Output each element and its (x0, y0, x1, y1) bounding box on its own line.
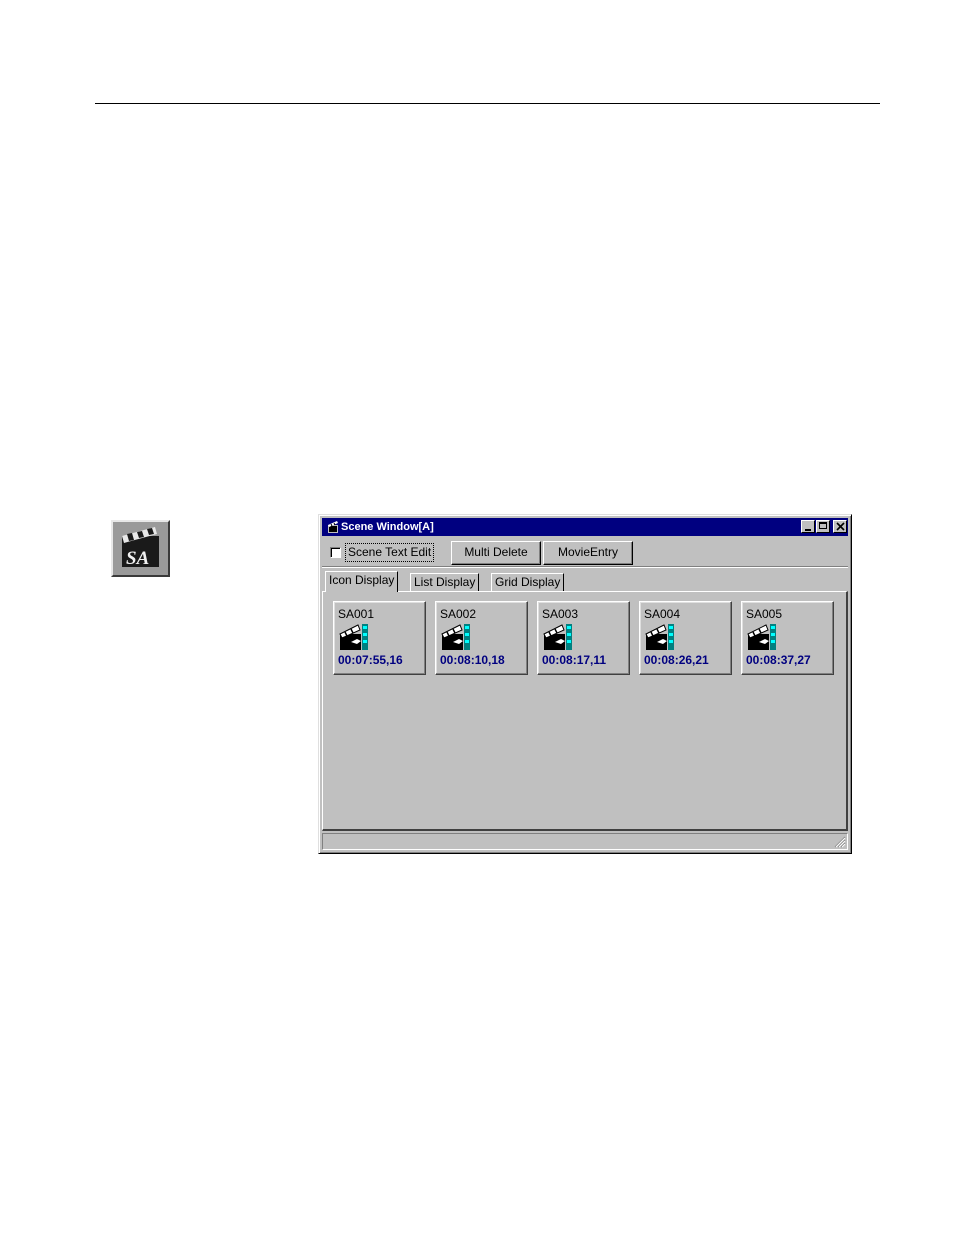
scene-text-edit-checkbox[interactable] (330, 547, 341, 558)
resize-grip-icon[interactable] (834, 836, 846, 848)
scene-text-edit-label[interactable]: Scene Text Edit (345, 543, 435, 562)
tab-grid-display[interactable]: Grid Display (491, 573, 565, 591)
scene-timecode: 00:07:55,16 (338, 653, 403, 667)
scene-thumbnail-icon (747, 624, 776, 650)
scene-name: SA001 (338, 607, 375, 621)
tab-list-display[interactable]: List Display (410, 573, 480, 591)
scene-timecode: 00:08:26,21 (644, 653, 709, 667)
maximize-button[interactable] (816, 520, 830, 533)
scene-thumbnail-icon (645, 624, 674, 650)
tab-icon-display[interactable]: Icon Display (325, 571, 399, 592)
scene-window: Scene Window[A] Scene Text Edit Multi De… (318, 514, 852, 854)
multi-delete-button[interactable]: Multi Delete (451, 541, 541, 565)
scene-timecode: 00:08:17,11 (542, 653, 607, 667)
clapper-icon (328, 521, 338, 533)
icon-display-panel: SA001 00:07:55,16 SA002 00:08:10,18 SA00… (322, 591, 848, 831)
scene-name: SA005 (746, 607, 783, 621)
window-title: Scene Window[A] (341, 521, 434, 533)
scene-card[interactable]: SA001 00:07:55,16 (333, 601, 426, 675)
scene-card[interactable]: SA005 00:08:37,27 (741, 601, 834, 675)
scene-thumbnail-icon (339, 624, 368, 650)
title-bar[interactable]: Scene Window[A] (322, 518, 848, 536)
scene-timecode: 00:08:37,27 (746, 653, 811, 667)
sa-icon-label: SA (126, 548, 149, 569)
status-bar (322, 833, 848, 850)
scene-timecode: 00:08:10,18 (440, 653, 505, 667)
scene-card[interactable]: SA002 00:08:10,18 (435, 601, 528, 675)
scene-card[interactable]: SA004 00:08:26,21 (639, 601, 732, 675)
scene-thumbnail-icon (543, 624, 572, 650)
scene-name: SA003 (542, 607, 579, 621)
movie-entry-button[interactable]: MovieEntry (543, 541, 633, 565)
close-button[interactable] (833, 520, 847, 533)
page-top-rule (95, 103, 880, 104)
minimize-button[interactable] (801, 520, 815, 533)
scene-name: SA002 (440, 607, 477, 621)
scene-a-clapper-icon[interactable]: SA (111, 520, 170, 577)
window-toolbar: Scene Text Edit Multi Delete MovieEntry (322, 537, 848, 567)
scene-thumbnail-icon (441, 624, 470, 650)
scene-card[interactable]: SA003 00:08:17,11 (537, 601, 630, 675)
close-icon (836, 522, 845, 531)
scene-name: SA004 (644, 607, 681, 621)
